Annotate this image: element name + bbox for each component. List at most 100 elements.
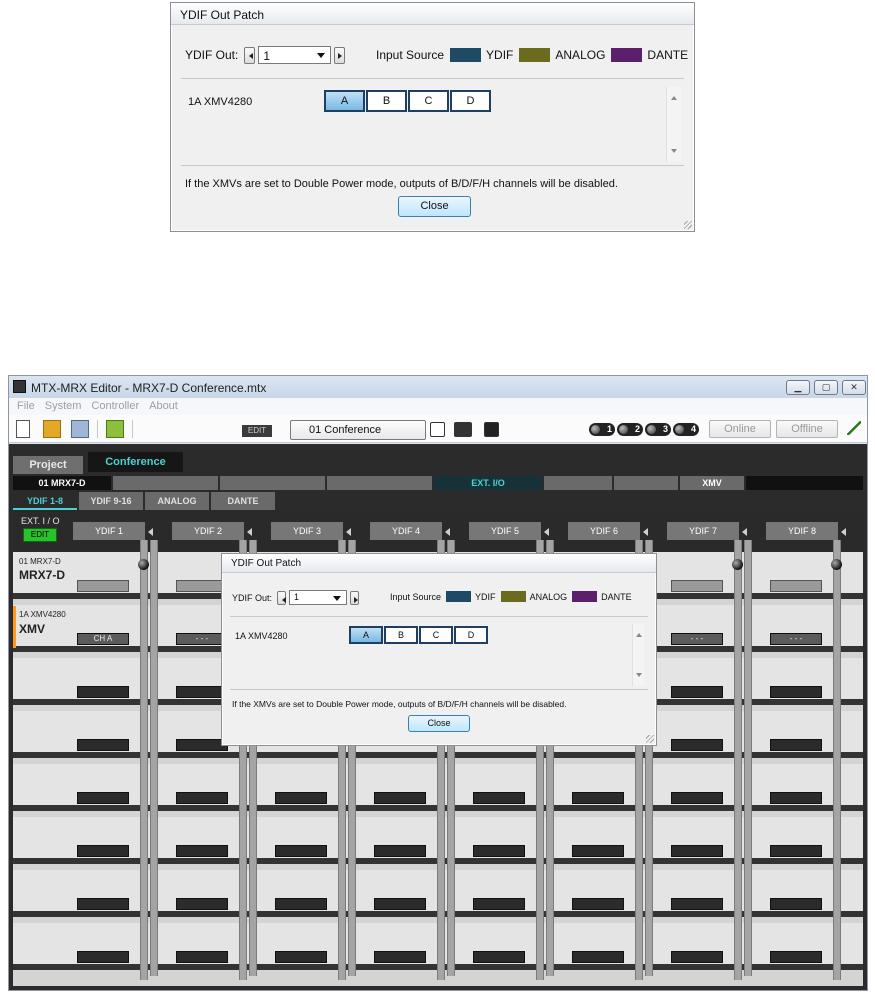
mrx-output-cell[interactable] — [77, 580, 129, 592]
device-mrx7d[interactable]: 01 MRX7-D — [13, 476, 111, 490]
grid-cell[interactable] — [77, 845, 129, 857]
grid-cell[interactable] — [176, 951, 228, 963]
device-extio[interactable]: EXT. I/O — [434, 476, 542, 490]
device-slot[interactable] — [327, 476, 432, 490]
menu-controller[interactable]: Controller — [91, 400, 139, 415]
preset-select[interactable]: 01 Conference — [290, 420, 426, 440]
grid-cell[interactable] — [176, 898, 228, 910]
close-button[interactable]: Close — [398, 196, 471, 217]
device-slot[interactable] — [614, 476, 678, 490]
grid-cell[interactable] — [572, 845, 624, 857]
grid-cell[interactable] — [770, 898, 822, 910]
grid-cell[interactable] — [473, 951, 525, 963]
patch-button-c[interactable]: C — [408, 90, 449, 112]
grid-cell[interactable] — [275, 951, 327, 963]
offline-button[interactable]: Offline — [776, 420, 838, 438]
xmv-cell-ch-a[interactable]: CH A — [77, 633, 129, 645]
grid-cell[interactable] — [77, 686, 129, 698]
embedded-patch-button-b[interactable]: B — [384, 626, 418, 644]
embedded-patch-button-a[interactable]: A — [349, 626, 383, 644]
grid-cell[interactable] — [473, 845, 525, 857]
device-xmv[interactable]: XMV — [680, 476, 744, 490]
camera-icon[interactable] — [454, 422, 472, 437]
menu-about[interactable]: About — [149, 400, 178, 415]
mrx-output-cell[interactable] — [671, 580, 723, 592]
embedded-close-button[interactable]: Close — [408, 715, 470, 732]
embedded-patch-list-scrollbar[interactable] — [632, 624, 644, 686]
grid-cell[interactable] — [770, 686, 822, 698]
grid-cell[interactable] — [671, 845, 723, 857]
xmv-cell-empty[interactable]: - - - — [671, 633, 723, 645]
grid-cell[interactable] — [572, 951, 624, 963]
grid-cell[interactable] — [77, 739, 129, 751]
grid-cell[interactable] — [671, 792, 723, 804]
subtab-dante[interactable]: DANTE — [211, 492, 275, 510]
device-slot[interactable] — [746, 476, 863, 490]
device-slot[interactable] — [220, 476, 325, 490]
ydif-prev-button[interactable] — [244, 46, 256, 64]
link-icon[interactable] — [484, 422, 499, 437]
grid-cell[interactable] — [374, 792, 426, 804]
embedded-ydif-next-button[interactable] — [350, 590, 360, 605]
embedded-patch-button-c[interactable]: C — [419, 626, 453, 644]
device-slot[interactable] — [113, 476, 218, 490]
grid-cell[interactable] — [176, 792, 228, 804]
device-slot[interactable] — [544, 476, 612, 490]
grid-cell[interactable] — [770, 739, 822, 751]
mrx-output-cell[interactable] — [770, 580, 822, 592]
ydif-out-select[interactable]: 1 — [258, 46, 332, 64]
subtab-ydif-1-8[interactable]: YDIF 1-8 — [13, 492, 77, 510]
patch-button-d[interactable]: D — [450, 90, 491, 112]
grid-cell[interactable] — [671, 739, 723, 751]
online-button[interactable]: Online — [709, 420, 771, 438]
grid-cell[interactable] — [275, 845, 327, 857]
grid-cell[interactable] — [473, 898, 525, 910]
grid-cell[interactable] — [374, 898, 426, 910]
channel-header-ydif8[interactable]: YDIF 8 — [766, 522, 846, 540]
minimize-button[interactable]: ▁ — [786, 380, 810, 395]
open-file-icon[interactable] — [43, 420, 61, 438]
grid-cell[interactable] — [770, 951, 822, 963]
grid-cell[interactable] — [77, 792, 129, 804]
network-device-icon[interactable] — [71, 420, 89, 438]
grid-cell[interactable] — [374, 845, 426, 857]
grid-cell[interactable] — [572, 792, 624, 804]
save-icon[interactable] — [106, 420, 124, 438]
grid-cell[interactable] — [275, 792, 327, 804]
grid-cell[interactable] — [77, 898, 129, 910]
connection-icon[interactable] — [847, 421, 861, 435]
channel-header-ydif3[interactable]: YDIF 3 — [271, 522, 351, 540]
channel-header-ydif1[interactable]: YDIF 1 — [73, 522, 153, 540]
embedded-ydif-prev-button[interactable] — [277, 590, 287, 605]
embedded-ydif-out-select[interactable]: 1 — [289, 590, 348, 605]
tab-conference[interactable]: Conference — [88, 452, 183, 472]
new-file-icon[interactable] — [16, 420, 30, 438]
preset-dropdown-icon[interactable] — [430, 422, 445, 437]
channel-header-ydif5[interactable]: YDIF 5 — [469, 522, 549, 540]
close-window-button[interactable]: ✕ — [842, 380, 866, 395]
embedded-patch-button-d[interactable]: D — [454, 626, 488, 644]
channel-header-ydif7[interactable]: YDIF 7 — [667, 522, 747, 540]
channel-header-ydif6[interactable]: YDIF 6 — [568, 522, 648, 540]
grid-cell[interactable] — [275, 898, 327, 910]
subtab-ydif-9-16[interactable]: YDIF 9-16 — [79, 492, 143, 510]
grid-cell[interactable] — [671, 951, 723, 963]
menu-file[interactable]: File — [17, 400, 35, 415]
channel-header-ydif4[interactable]: YDIF 4 — [370, 522, 450, 540]
ydif-next-button[interactable] — [334, 46, 346, 64]
grid-cell[interactable] — [770, 845, 822, 857]
menu-system[interactable]: System — [45, 400, 82, 415]
resize-grip-icon[interactable] — [684, 221, 692, 229]
grid-cell[interactable] — [671, 686, 723, 698]
tab-project[interactable]: Project — [13, 456, 83, 474]
xmv-cell-empty[interactable]: - - - — [770, 633, 822, 645]
maximize-button[interactable]: ▢ — [814, 380, 838, 395]
grid-cell[interactable] — [473, 792, 525, 804]
subtab-analog[interactable]: ANALOG — [145, 492, 209, 510]
resize-grip-icon[interactable] — [646, 735, 654, 743]
grid-cell[interactable] — [77, 951, 129, 963]
grid-cell[interactable] — [671, 898, 723, 910]
patch-list-scrollbar[interactable] — [666, 87, 681, 162]
grid-cell[interactable] — [770, 792, 822, 804]
channel-header-ydif2[interactable]: YDIF 2 — [172, 522, 252, 540]
